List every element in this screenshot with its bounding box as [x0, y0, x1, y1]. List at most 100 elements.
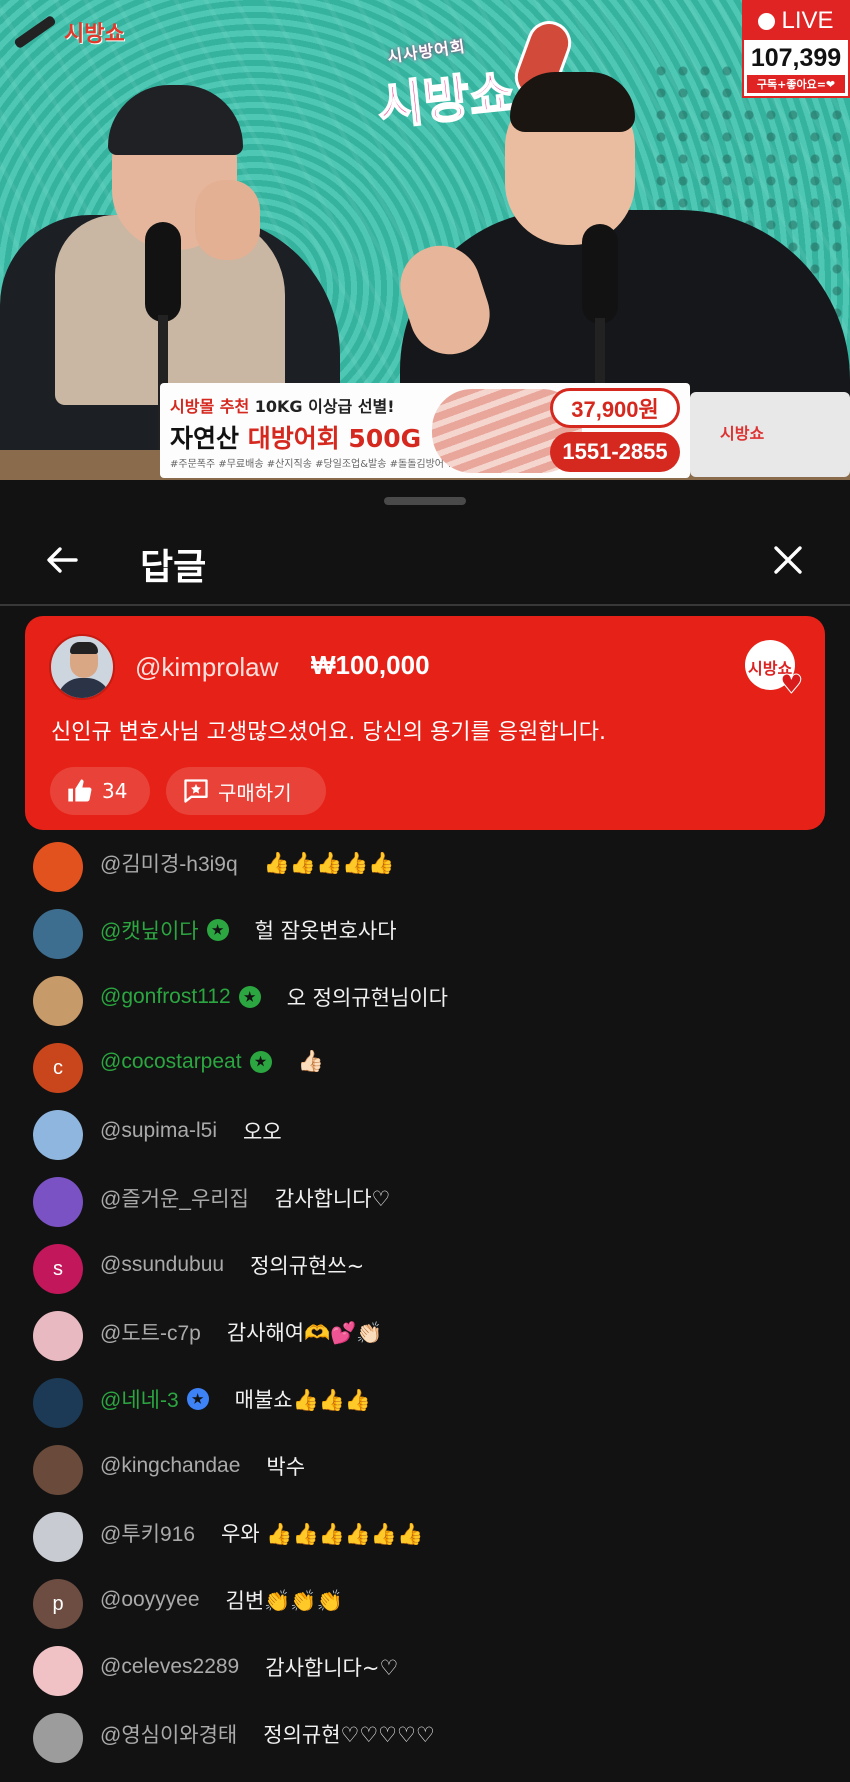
like-count: 34: [102, 779, 128, 803]
comment-username[interactable]: @celeves2289: [100, 1655, 239, 1679]
channel-logo-text: 시방쇼: [64, 22, 125, 47]
product-ad-banner: 시방몰 추천 10KG 이상급 선별! 자연산 대방어회 500G #주문폭주 …: [160, 383, 690, 478]
comment-text: 헐 잠옷변호사다: [254, 919, 397, 943]
avatar[interactable]: [33, 976, 83, 1026]
comment-row: @즐거운_우리집 감사합니다♡: [0, 1171, 850, 1231]
ad-product-name: 대방어회 500G: [247, 424, 422, 453]
comment-row: @celeves2289 감사합니다~♡: [0, 1640, 850, 1700]
comment-username[interactable]: @gonfrost112: [100, 985, 231, 1009]
ad-price: 37,900원: [550, 388, 680, 428]
studio-microphone-right: [582, 224, 618, 324]
comment-row: @영심이와경태 정의규현♡♡♡♡♡: [0, 1707, 850, 1767]
comment-text: 감사합니다~♡: [265, 1656, 399, 1680]
comment-username[interactable]: @영심이와경태: [100, 1719, 237, 1749]
comment-line: @cocostarpeat 👍🏻: [100, 1049, 324, 1074]
avatar[interactable]: [33, 1177, 83, 1227]
comment-username[interactable]: @supima-l5i: [100, 1119, 217, 1143]
comment-line: @김미경-h3i9q 👍👍👍👍👍: [100, 848, 394, 878]
comment-line: @celeves2289 감사합니다~♡: [100, 1652, 398, 1682]
back-button[interactable]: [40, 538, 84, 582]
comment-row: @투키916 우와 👍👍👍👍👍👍: [0, 1506, 850, 1566]
avatar[interactable]: [33, 1445, 83, 1495]
live-video-player[interactable]: 시방쇼 시사방어회 시방쇼 시방쇼 LIVE 107,399 구독+좋아요=❤ …: [0, 0, 850, 480]
avatar[interactable]: [33, 1378, 83, 1428]
live-badge: LIVE 107,399 구독+좋아요=❤: [742, 0, 850, 98]
panel-header: 답글: [0, 520, 850, 598]
comment-text: 박수: [266, 1455, 306, 1479]
comment-row: @kingchandae 박수: [0, 1439, 850, 1499]
super-chat-username[interactable]: @kimprolaw: [135, 652, 278, 683]
comment-username[interactable]: @ooyyyee: [100, 1588, 200, 1612]
comment-row: @도트-c7p 감사해여🫶💕👏🏻: [0, 1305, 850, 1365]
avatar[interactable]: [33, 842, 83, 892]
page-title: 답글: [140, 547, 207, 588]
avatar[interactable]: [33, 1110, 83, 1160]
avatar[interactable]: [33, 1512, 83, 1562]
comment-username[interactable]: @kingchandae: [100, 1454, 240, 1478]
comment-line: @kingchandae 박수: [100, 1451, 305, 1481]
comment-text: 👍🏻: [297, 1049, 324, 1073]
member-badge-icon: [238, 986, 261, 1008]
avatar[interactable]: [33, 1713, 83, 1763]
comment-username[interactable]: @네네-3: [100, 1384, 179, 1414]
avatar[interactable]: p: [33, 1579, 83, 1629]
comment-row: p @ooyyyee 김변👏👏👏: [0, 1573, 850, 1633]
buy-label: 구매하기: [218, 780, 292, 805]
ad-line-1: 시방몰 추천 10KG 이상급 선별!: [170, 393, 395, 417]
comment-line: @gonfrost112 오 정의규현님이다: [100, 982, 448, 1012]
comment-text: 오오: [243, 1120, 282, 1144]
laptop: 시방쇼: [690, 392, 850, 477]
live-dot-icon: [758, 12, 776, 30]
avatar[interactable]: s: [33, 1244, 83, 1294]
comment-row: @김미경-h3i9q 👍👍👍👍👍: [0, 836, 850, 896]
channel-logo: 시방쇼: [12, 14, 125, 50]
comment-text: 오 정의규현님이다: [286, 986, 448, 1010]
comment-row: s @ssundubuu 정의규현쓰~: [0, 1238, 850, 1298]
comment-username[interactable]: @즐거운_우리집: [100, 1183, 249, 1213]
avatar[interactable]: [33, 909, 83, 959]
comment-text: 감사해여🫶💕👏🏻: [226, 1321, 383, 1345]
microphone-icon: [13, 14, 57, 50]
comment-line: @supima-l5i 오오: [100, 1116, 282, 1146]
avatar[interactable]: [33, 1311, 83, 1361]
comment-username[interactable]: @캣닢이다: [100, 915, 199, 945]
super-chat-message: 신인규 변호사님 고생많으셨어요. 당신의 용기를 응원합니다.: [51, 720, 606, 745]
comment-line: @네네-3 매불쇼👍👍👍: [100, 1384, 371, 1414]
subscribe-note: 구독+좋아요=❤: [747, 75, 845, 93]
header-divider: [0, 604, 850, 606]
comment-username[interactable]: @김미경-h3i9q: [100, 848, 238, 878]
replies-panel: 답글 @kimprolaw ₩100,000 시방쇼 ♥ 신인규 변호사님 고생…: [0, 480, 850, 1782]
comment-row: @supima-l5i 오오: [0, 1104, 850, 1164]
comment-line: @투키916 우와 👍👍👍👍👍👍: [100, 1518, 423, 1548]
comment-line: @즐거운_우리집 감사합니다♡: [100, 1183, 390, 1213]
super-chat-amount: ₩100,000: [311, 650, 430, 680]
comment-username[interactable]: @cocostarpeat: [100, 1050, 242, 1074]
comment-username[interactable]: @도트-c7p: [100, 1317, 201, 1347]
avatar[interactable]: [33, 1646, 83, 1696]
laptop-sticker: 시방쇼: [720, 424, 765, 443]
comment-username[interactable]: @ssundubuu: [100, 1253, 224, 1277]
like-button[interactable]: 34: [50, 767, 150, 815]
comment-text: 감사합니다♡: [274, 1187, 391, 1211]
avatar[interactable]: [49, 634, 115, 700]
buy-button[interactable]: 구매하기: [166, 767, 326, 815]
avatar[interactable]: c: [33, 1043, 83, 1093]
comment-row: @gonfrost112 오 정의규현님이다: [0, 970, 850, 1030]
ad-line-1-rest: 10KG 이상급 선별!: [249, 397, 395, 416]
drag-handle[interactable]: [384, 497, 466, 505]
comment-row: @네네-3 매불쇼👍👍👍: [0, 1372, 850, 1432]
ad-phone: 1551-2855: [550, 432, 680, 472]
comment-row: @캣닢이다 헐 잠옷변호사다: [0, 903, 850, 963]
viewer-count: 107,399: [750, 44, 842, 72]
comment-username[interactable]: @투키916: [100, 1518, 195, 1548]
ad-brand: 시방몰 추천: [170, 397, 250, 416]
comment-line: @ooyyyee 김변👏👏👏: [100, 1585, 343, 1615]
comment-text: 김변👏👏👏: [225, 1589, 343, 1613]
host-right-hair: [510, 72, 635, 132]
member-badge-icon: [186, 1388, 209, 1410]
comment-text: 👍👍👍👍👍: [263, 850, 395, 875]
host-left-hand: [195, 180, 260, 260]
close-button[interactable]: [766, 538, 810, 582]
ad-line-2: 자연산 대방어회 500G: [170, 419, 421, 455]
live-label: LIVE: [781, 7, 834, 34]
